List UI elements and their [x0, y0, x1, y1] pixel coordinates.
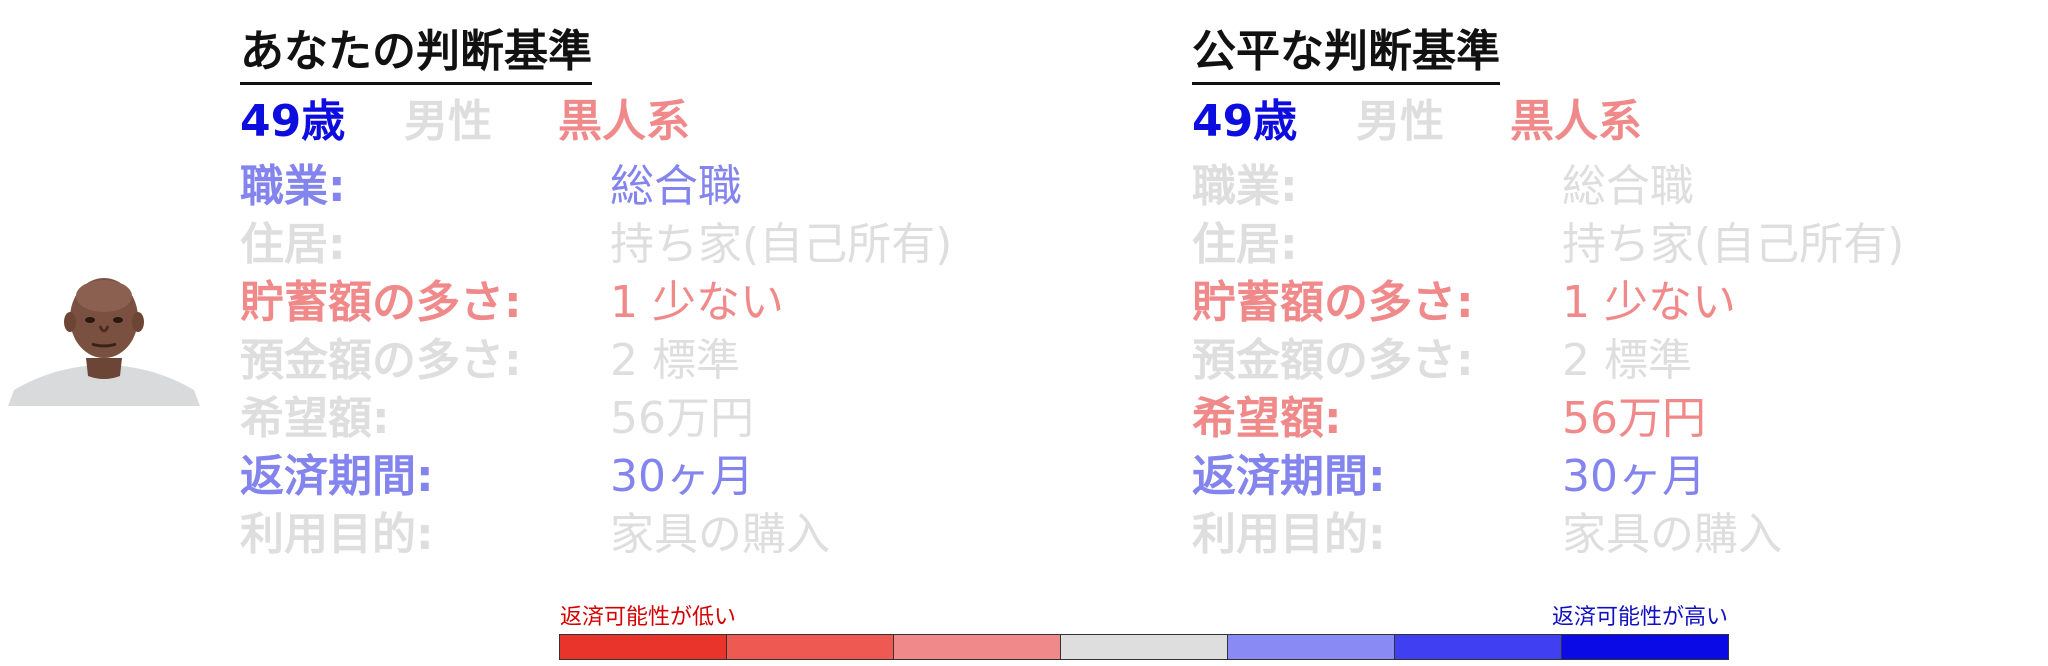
scale-segment [727, 635, 894, 659]
scale-low-label: 返済可能性が低い [560, 605, 737, 630]
gender-label: 男性 [404, 96, 492, 147]
criteria-value: 持ち家(自己所有) [1562, 219, 1905, 270]
scale-segment [1228, 635, 1395, 659]
gender-label: 男性 [1356, 96, 1444, 147]
criteria-value: 総合職 [610, 161, 742, 212]
age-label: 49歳 [240, 96, 346, 147]
criteria-label: 貯蓄額の多さ: [240, 277, 522, 328]
criteria-label: 希望額: [1192, 393, 1342, 444]
criteria-row: 住居: 持ち家(自己所有) [1192, 216, 2048, 274]
criteria-row: 預金額の多さ: 2 標準 [240, 332, 1120, 390]
criteria-label: 返済期間: [1192, 451, 1386, 502]
avatar [8, 278, 200, 406]
race-label: 黒人系 [558, 96, 690, 147]
criteria-value: 持ち家(自己所有) [610, 219, 953, 270]
criteria-label: 返済期間: [240, 451, 434, 502]
criteria-label: 利用目的: [240, 509, 434, 560]
scale-segment [894, 635, 1061, 659]
race-label: 黒人系 [1510, 96, 1642, 147]
criteria-row: 返済期間: 30ヶ月 [240, 448, 1120, 506]
color-scale-bar [559, 634, 1729, 660]
criteria-label: 職業: [1192, 161, 1298, 212]
criteria-label: 希望額: [240, 393, 390, 444]
criteria-row: 利用目的: 家具の購入 [1192, 506, 2048, 564]
criteria-row: 預金額の多さ: 2 標準 [1192, 332, 2048, 390]
criteria-value: 家具の購入 [1562, 509, 1782, 560]
criteria-value: 1 少ない [610, 277, 784, 328]
criteria-value: 56万円 [1562, 393, 1706, 444]
criteria-value: 1 少ない [1562, 277, 1736, 328]
page: あなたの判断基準 49歳 男性 黒人系 職業: 総合職 住居: 持ち家(自己所有) 貯蓄… [0, 0, 2048, 666]
scale-high-label: 返済可能性が高い [1551, 605, 1728, 630]
panel-title: あなたの判断基準 [240, 24, 592, 85]
scale-segment [1562, 635, 1728, 659]
criteria-value: 総合職 [1562, 161, 1694, 212]
panel-title: 公平な判断基準 [1192, 24, 1500, 85]
scale-segment [1061, 635, 1228, 659]
criteria-row: 希望額: 56万円 [240, 390, 1120, 448]
criteria-value: 56万円 [610, 393, 754, 444]
criteria-row: 返済期間: 30ヶ月 [1192, 448, 2048, 506]
criteria-label: 預金額の多さ: [240, 335, 522, 386]
criteria-value: 家具の購入 [610, 509, 830, 560]
criteria-row: 住居: 持ち家(自己所有) [240, 216, 1120, 274]
criteria-label: 貯蓄額の多さ: [1192, 277, 1474, 328]
criteria-label: 預金額の多さ: [1192, 335, 1474, 386]
criteria-value: 2 標準 [610, 335, 740, 386]
criteria-row: 希望額: 56万円 [1192, 390, 2048, 448]
scale-segment [1395, 635, 1562, 659]
criteria-row: 職業: 総合職 [1192, 158, 2048, 216]
criteria-label: 利用目的: [1192, 509, 1386, 560]
criteria-row: 貯蓄額の多さ: 1 少ない [240, 274, 1120, 332]
criteria-value: 2 標準 [1562, 335, 1692, 386]
age-label: 49歳 [1192, 96, 1298, 147]
criteria-label: 住居: [240, 219, 346, 270]
criteria-row: 利用目的: 家具の購入 [240, 506, 1120, 564]
criteria-row: 貯蓄額の多さ: 1 少ない [1192, 274, 2048, 332]
criteria-value: 30ヶ月 [1562, 451, 1706, 502]
criteria-row: 職業: 総合職 [240, 158, 1120, 216]
criteria-label: 職業: [240, 161, 346, 212]
criteria-value: 30ヶ月 [610, 451, 754, 502]
criteria-label: 住居: [1192, 219, 1298, 270]
scale-segment [560, 635, 727, 659]
